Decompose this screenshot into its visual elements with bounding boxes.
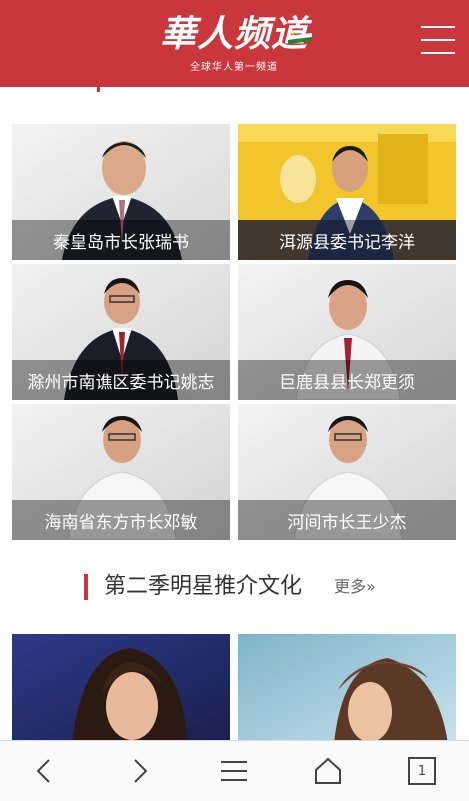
more-link[interactable]: 更多» xyxy=(334,576,376,598)
back-button[interactable] xyxy=(24,753,64,789)
official-caption: 洱源县委书记李洋 xyxy=(238,220,456,260)
app-header: 華人频道 全球华人第一频道 xyxy=(0,0,469,87)
browser-bottom-nav: 1 xyxy=(0,740,469,801)
star-card[interactable] xyxy=(12,634,230,744)
official-card[interactable]: 海南省东方市长邓敏 xyxy=(12,404,230,540)
forward-icon xyxy=(134,759,148,783)
official-caption: 滁州市南谯区委书记姚志 xyxy=(12,360,230,400)
logo-flag-icon xyxy=(288,32,312,44)
official-card[interactable]: 河间市长王少杰 xyxy=(238,404,456,540)
logo-subtitle: 全球华人第一频道 xyxy=(190,62,278,73)
star-portrait-image xyxy=(12,634,230,744)
menu-button[interactable] xyxy=(214,753,254,789)
star-card[interactable] xyxy=(238,634,456,744)
tabs-icon: 1 xyxy=(408,757,436,785)
tabs-button[interactable]: 1 xyxy=(402,753,442,789)
logo-text: 華人频道 xyxy=(160,13,309,55)
site-logo[interactable]: 華人频道 全球华人第一频道 xyxy=(160,12,312,74)
header-divider-mark xyxy=(97,87,100,92)
official-caption: 海南省东方市长邓敏 xyxy=(12,500,230,540)
official-caption: 巨鹿县县长郑更须 xyxy=(238,360,456,400)
official-card[interactable]: 洱源县委书记李洋 xyxy=(238,124,456,260)
forward-button[interactable] xyxy=(120,753,160,789)
menu-icon xyxy=(221,761,247,781)
home-icon xyxy=(315,757,341,784)
hamburger-menu-icon[interactable] xyxy=(421,26,455,58)
official-caption: 秦皇岛市长张瑞书 xyxy=(12,220,230,260)
tab-count: 1 xyxy=(417,763,427,779)
section-accent-bar xyxy=(84,574,88,600)
back-icon xyxy=(36,759,50,783)
official-card[interactable]: 巨鹿县县长郑更须 xyxy=(238,264,456,400)
section-title: 第二季明星推介文化 xyxy=(104,574,303,599)
official-caption: 河间市长王少杰 xyxy=(238,500,456,540)
official-card[interactable]: 滁州市南谯区委书记姚志 xyxy=(12,264,230,400)
star-portrait-image xyxy=(238,634,456,744)
section-header: 第二季明星推介文化 更多» xyxy=(84,570,404,604)
official-card[interactable]: 秦皇岛市长张瑞书 xyxy=(12,124,230,260)
home-button[interactable] xyxy=(308,753,348,789)
